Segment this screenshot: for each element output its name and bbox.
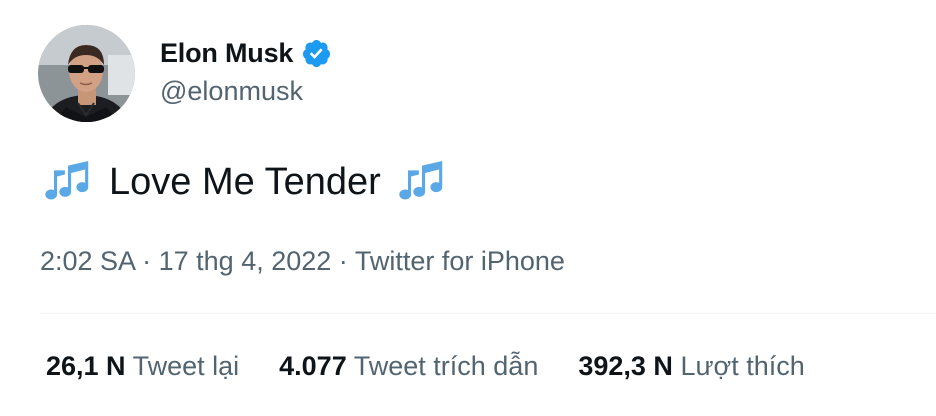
tweet-date[interactable]: 17 thg 4, 2022	[159, 246, 332, 276]
meta-separator: ·	[338, 246, 348, 276]
display-name[interactable]: Elon Musk	[160, 38, 293, 69]
meta-separator: ·	[142, 246, 152, 276]
tweet-source[interactable]: Twitter for iPhone	[355, 246, 565, 276]
quotes-count: 4.077	[279, 351, 347, 381]
divider	[40, 313, 936, 314]
multiple-musical-notes-icon	[394, 154, 450, 210]
tweet-time[interactable]: 2:02 SA	[40, 246, 135, 276]
tweet-metadata: 2:02 SA · 17 thg 4, 2022 · Twitter for i…	[40, 246, 565, 277]
verified-badge-icon	[301, 38, 332, 69]
tweet-stats: 26,1 N Tweet lại 4.077 Tweet trích dẫn 3…	[46, 351, 805, 382]
quotes-stat[interactable]: 4.077 Tweet trích dẫn	[279, 351, 538, 382]
multiple-musical-notes-icon	[40, 154, 96, 210]
likes-count: 392,3 N	[578, 351, 673, 381]
tweet-text-body: Love Me Tender	[109, 160, 381, 203]
likes-stat[interactable]: 392,3 N Lượt thích	[578, 351, 804, 382]
retweets-label: Tweet lại	[132, 351, 240, 381]
username-handle[interactable]: @elonmusk	[160, 76, 303, 107]
quotes-label: Tweet trích dẫn	[353, 351, 539, 381]
retweets-stat[interactable]: 26,1 N Tweet lại	[46, 351, 239, 382]
retweets-count: 26,1 N	[46, 351, 126, 381]
author-name-row: Elon Musk	[160, 36, 332, 70]
tweet-text: Love Me Tender	[40, 154, 450, 210]
tweet-card: Elon Musk @elonmusk Love Me Tender 2:02 …	[0, 0, 936, 416]
likes-label: Lượt thích	[680, 351, 805, 381]
avatar-photo	[38, 25, 135, 122]
avatar[interactable]	[38, 25, 135, 122]
